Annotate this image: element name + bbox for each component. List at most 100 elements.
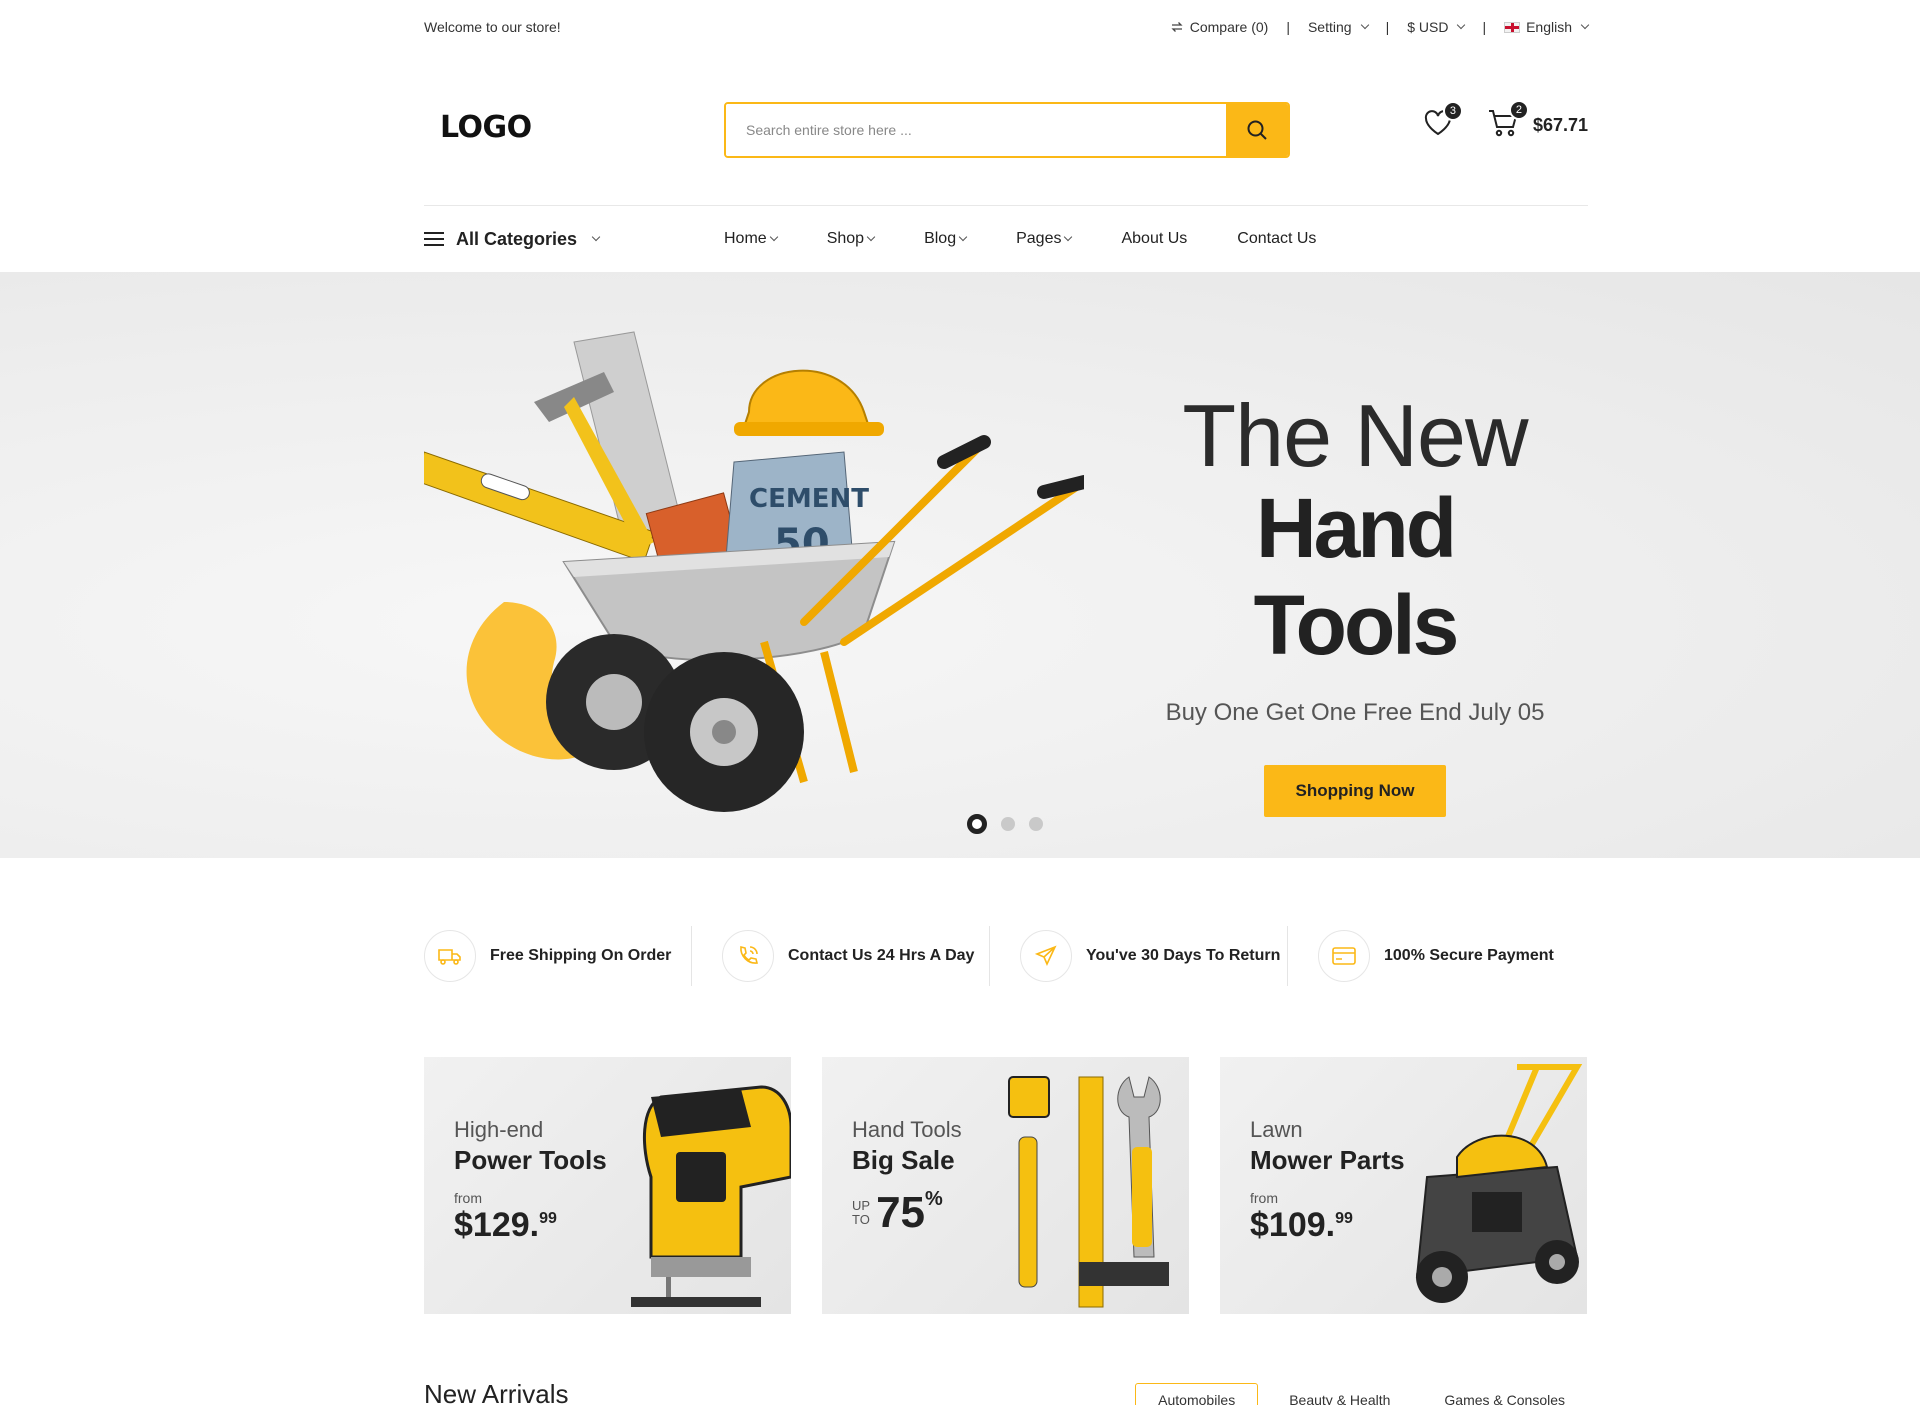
hero-headline-line1: The New bbox=[1182, 386, 1528, 485]
banner-text: High-end Power Tools from $129.99 bbox=[454, 1117, 607, 1245]
banner-title: Mower Parts bbox=[1250, 1145, 1405, 1175]
chevron-down-icon bbox=[1360, 20, 1369, 30]
feature-free-shipping: Free Shipping On Order bbox=[424, 926, 692, 986]
feature-secure-payment: 100% Secure Payment bbox=[1288, 926, 1586, 986]
chevron-down-icon bbox=[866, 232, 876, 242]
feature-strip: Free Shipping On Order Contact Us 24 Hrs… bbox=[424, 926, 1588, 986]
banner-text: Lawn Mower Parts from $109.99 bbox=[1250, 1117, 1405, 1245]
compare-label: Compare (0) bbox=[1189, 19, 1269, 35]
nav-item-about-us[interactable]: About Us bbox=[1121, 230, 1187, 248]
slider-dot-3[interactable] bbox=[1029, 817, 1043, 831]
feature-label: You've 30 Days To Return bbox=[1086, 947, 1281, 964]
cart-button[interactable]: 2 bbox=[1487, 100, 1529, 143]
nav-item-contact-us[interactable]: Contact Us bbox=[1237, 230, 1316, 248]
banner-from-label: from bbox=[1250, 1190, 1278, 1206]
search-button[interactable] bbox=[1226, 104, 1288, 156]
cart-total[interactable]: $67.71 bbox=[1533, 115, 1588, 136]
cart-count-badge: 2 bbox=[1508, 100, 1529, 120]
promo-banners: High-end Power Tools from $129.99 Hand T… bbox=[424, 1057, 1588, 1314]
all-categories-button[interactable]: All Categories bbox=[424, 229, 601, 250]
banner-price: $109.99 bbox=[1250, 1206, 1405, 1245]
card-icon bbox=[1318, 930, 1370, 982]
truck-icon bbox=[424, 930, 476, 982]
chevron-down-icon bbox=[958, 232, 968, 242]
language-dropdown[interactable]: English bbox=[1504, 19, 1590, 35]
discount-up-to-label: UP TO bbox=[852, 1197, 871, 1228]
feature-label: 100% Secure Payment bbox=[1384, 947, 1554, 964]
nav-label: Pages bbox=[1016, 230, 1062, 247]
separator: | bbox=[1482, 19, 1487, 35]
slider-dot-2[interactable] bbox=[1001, 817, 1015, 831]
hero-subtitle: Buy One Get One Free End July 05 bbox=[1165, 699, 1545, 727]
nav-item-home[interactable]: Home bbox=[724, 230, 778, 248]
banner-pretitle: Hand Tools bbox=[852, 1117, 962, 1142]
jigsaw-image bbox=[631, 1085, 791, 1307]
feature-contact: Contact Us 24 Hrs A Day bbox=[692, 926, 990, 986]
send-icon bbox=[1020, 930, 1072, 982]
banner-text: Hand Tools Big Sale UP TO 75% bbox=[852, 1117, 962, 1238]
banner-from-label: from bbox=[454, 1190, 482, 1206]
tab-beauty-health[interactable]: Beauty & Health bbox=[1266, 1383, 1413, 1405]
banner-power-tools[interactable]: High-end Power Tools from $129.99 bbox=[424, 1057, 791, 1314]
to-label: TO bbox=[852, 1212, 870, 1227]
shop-now-button[interactable]: Shopping Now bbox=[1263, 765, 1447, 818]
tab-games-consoles[interactable]: Games & Consoles bbox=[1421, 1383, 1588, 1405]
nav-label: About Us bbox=[1121, 230, 1188, 247]
currency-label: $ USD bbox=[1407, 19, 1449, 35]
price-main: $129. bbox=[454, 1206, 540, 1244]
welcome-text: Welcome to our store! bbox=[424, 19, 561, 35]
slider-dots bbox=[967, 814, 1043, 834]
price-cents: 99 bbox=[1335, 1210, 1353, 1227]
currency-dropdown[interactable]: $ USD bbox=[1407, 19, 1466, 35]
compare-link[interactable]: Compare (0) bbox=[1170, 19, 1269, 35]
price-cents: 99 bbox=[539, 1210, 557, 1227]
banner-title: Power Tools bbox=[454, 1145, 607, 1175]
chevron-down-icon bbox=[591, 232, 601, 242]
nav-label: Contact Us bbox=[1237, 230, 1317, 247]
discount-number: 75 bbox=[876, 1188, 926, 1237]
banner-hand-tools[interactable]: Hand Tools Big Sale UP TO 75% bbox=[822, 1057, 1189, 1314]
nav-item-pages[interactable]: Pages bbox=[1016, 230, 1073, 248]
main-nav: All Categories Home Shop Blog Pages Abou… bbox=[424, 206, 1588, 272]
setting-dropdown[interactable]: Setting bbox=[1307, 19, 1369, 35]
feature-label: Contact Us 24 Hrs A Day bbox=[788, 947, 975, 964]
nav-label: Home bbox=[724, 230, 767, 247]
separator: | bbox=[1385, 19, 1390, 35]
chevron-down-icon bbox=[1064, 232, 1073, 242]
banner-pretitle: High-end bbox=[454, 1117, 544, 1142]
chevron-down-icon bbox=[769, 232, 778, 242]
search-input[interactable] bbox=[726, 104, 1226, 156]
nav-label: Blog bbox=[924, 230, 957, 247]
discount-unit: % bbox=[925, 1188, 943, 1210]
nav-item-shop[interactable]: Shop bbox=[826, 230, 876, 248]
chevron-down-icon bbox=[1457, 20, 1466, 30]
search-icon bbox=[1247, 120, 1267, 140]
header-actions: 3 2 $67.71 bbox=[1423, 100, 1588, 143]
slider-dot-1[interactable] bbox=[967, 814, 987, 834]
lawn-mower-image bbox=[1415, 1064, 1583, 1303]
language-label: English bbox=[1526, 19, 1572, 35]
site-logo[interactable]: LOGO bbox=[440, 110, 532, 145]
top-bar-links: Compare (0) | Setting | $ USD | English bbox=[1170, 19, 1590, 35]
hero-text-block: The New Hand Tools Buy One Get One Free … bbox=[1150, 386, 1560, 818]
nav-item-blog[interactable]: Blog bbox=[924, 230, 968, 248]
wishlist-button[interactable]: 3 bbox=[1423, 101, 1463, 142]
hero-headline-line2: Hand Tools bbox=[1253, 481, 1460, 672]
separator: | bbox=[1286, 19, 1290, 35]
banner-mower-parts[interactable]: Lawn Mower Parts from $109.99 bbox=[1220, 1057, 1587, 1314]
tab-automobiles[interactable]: Automobiles bbox=[1135, 1383, 1259, 1405]
feature-returns: You've 30 Days To Return bbox=[990, 926, 1288, 986]
arrivals-tabs: Automobiles Beauty & Health Games & Cons… bbox=[1135, 1383, 1588, 1405]
svg-text:CEMENT: CEMENT bbox=[749, 484, 869, 514]
banner-pretitle: Lawn bbox=[1250, 1117, 1303, 1142]
setting-label: Setting bbox=[1307, 19, 1352, 35]
new-arrivals-section: New Arrivals Automobiles Beauty & Health… bbox=[424, 1375, 1588, 1405]
discount-value: 75% bbox=[876, 1188, 943, 1238]
banner-price: $129.99 bbox=[454, 1206, 607, 1245]
banner-title: Big Sale bbox=[852, 1145, 955, 1175]
nav-label: Shop bbox=[826, 230, 865, 247]
up-label: UP bbox=[852, 1197, 871, 1213]
wishlist-count-badge: 3 bbox=[1442, 101, 1463, 121]
header: LOGO 3 2 $67.71 bbox=[424, 100, 1588, 160]
hero-slider: CEMENT 50 The New Hand Tools Buy One Get… bbox=[0, 272, 1920, 858]
